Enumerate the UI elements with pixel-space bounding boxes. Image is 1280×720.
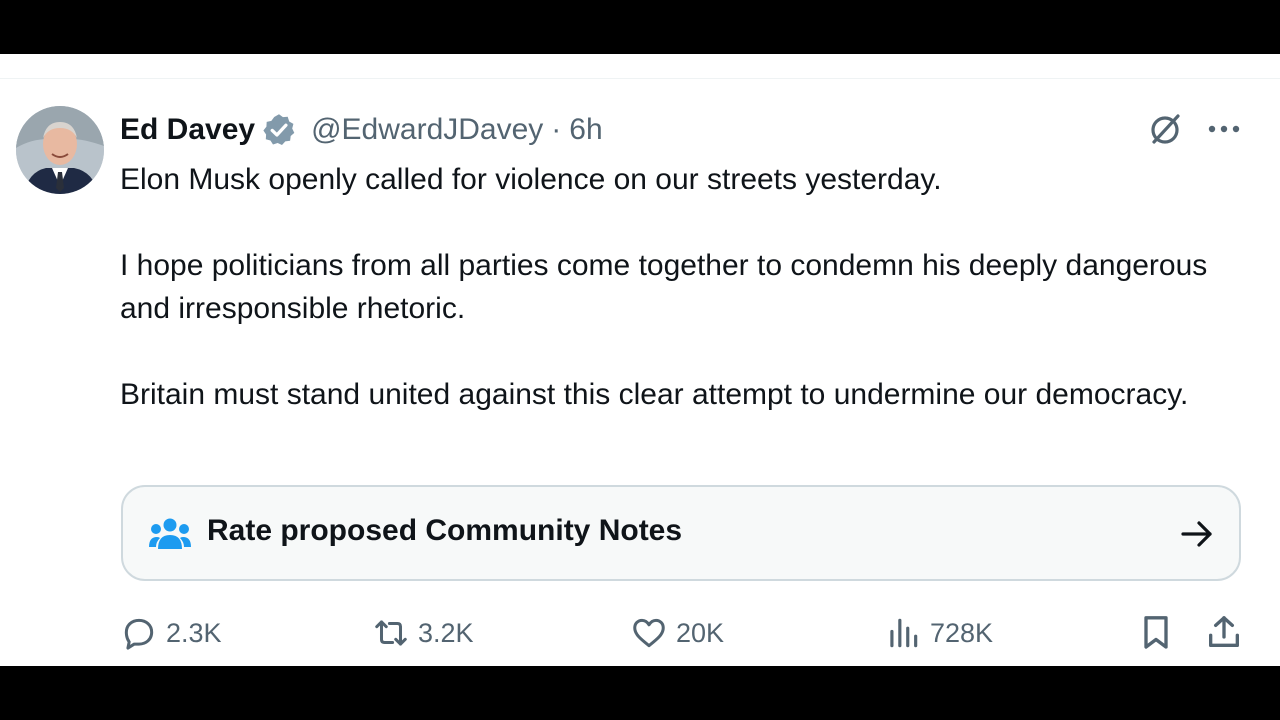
avatar[interactable] xyxy=(16,106,104,194)
reply-button[interactable]: 2.3K xyxy=(120,610,222,656)
views-button[interactable]: 728K xyxy=(884,610,993,656)
tweet-paragraph: I hope politicians from all parties come… xyxy=(120,249,1208,325)
repost-count: 3.2K xyxy=(418,617,474,648)
views-icon xyxy=(890,618,918,648)
like-button[interactable]: 20K xyxy=(630,610,724,656)
letterbox-top xyxy=(0,0,1280,54)
reply-icon xyxy=(124,618,154,650)
repost-icon xyxy=(375,620,407,646)
repost-button[interactable]: 3.2K xyxy=(372,610,474,656)
timestamp[interactable]: 6h xyxy=(569,113,602,147)
bookmark-icon[interactable] xyxy=(1136,612,1176,652)
grok-icon[interactable] xyxy=(1146,110,1184,148)
community-notes-icon xyxy=(149,517,191,551)
divider xyxy=(0,78,1280,79)
more-icon[interactable] xyxy=(1204,114,1244,144)
tweet-paragraph: Britain must stand united against this c… xyxy=(120,378,1189,411)
share-icon[interactable] xyxy=(1204,612,1244,652)
author-name[interactable]: Ed Davey xyxy=(120,113,255,147)
action-bar: 2.3K 3.2K 20K 728K xyxy=(0,610,1280,656)
tweet-paragraph: Elon Musk openly called for violence on … xyxy=(120,163,942,196)
like-icon xyxy=(633,618,665,648)
tweet-header: Ed Davey @EdwardJDavey · 6h xyxy=(120,110,603,150)
verified-badge-icon[interactable] xyxy=(261,112,297,148)
community-notes-label: Rate proposed Community Notes xyxy=(207,514,683,547)
like-count: 20K xyxy=(676,617,725,648)
rate-community-notes-button[interactable]: Rate proposed Community Notes xyxy=(121,485,1241,581)
arrow-right-icon xyxy=(1179,517,1215,551)
tweet-card[interactable]: Ed Davey @EdwardJDavey · 6h Elon Musk op… xyxy=(0,54,1280,666)
letterbox-bottom xyxy=(0,666,1280,720)
separator-dot: · xyxy=(551,113,562,146)
author-handle[interactable]: @EdwardJDavey xyxy=(311,113,543,147)
avatar-photo xyxy=(16,106,104,194)
tweet-text: Elon Musk openly called for violence on … xyxy=(120,158,1220,416)
reply-count: 2.3K xyxy=(166,617,222,648)
views-count: 728K xyxy=(930,617,994,648)
